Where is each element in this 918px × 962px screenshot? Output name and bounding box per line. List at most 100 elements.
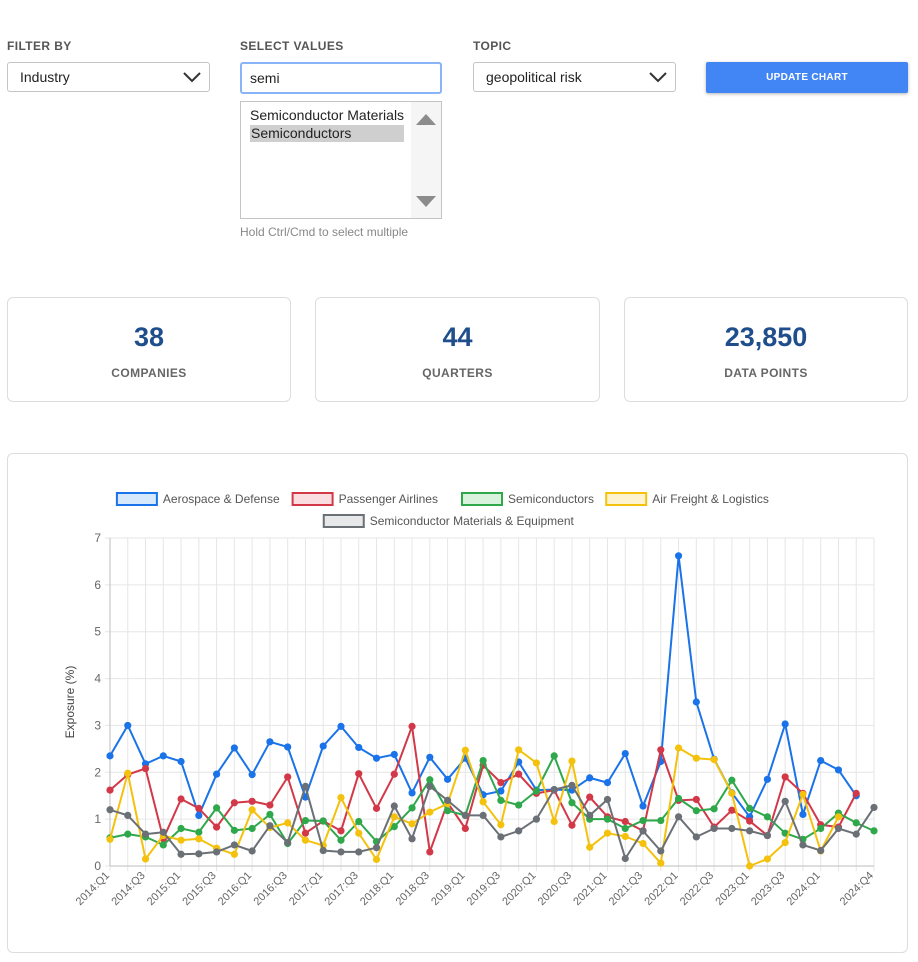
exposure-line-chart: 01234567Exposure (%)2014:Q12014:Q32015:Q… — [63, 492, 878, 908]
listbox-option-semiconductors[interactable]: Semiconductors — [250, 125, 404, 142]
data-point — [621, 824, 629, 833]
listbox-scrollbar[interactable] — [411, 102, 441, 218]
stat-card-companies: 38 COMPANIES — [7, 297, 291, 402]
legend-label: Semiconductor Materials & Equipment — [370, 514, 575, 528]
legend-swatch — [605, 492, 648, 506]
data-point — [248, 824, 256, 833]
data-point — [230, 799, 238, 807]
data-point — [852, 789, 860, 797]
data-point — [124, 721, 132, 730]
data-point — [763, 855, 771, 863]
data-point — [515, 746, 523, 754]
data-point — [284, 838, 292, 847]
data-point — [710, 824, 718, 833]
x-tick-label: 2021:Q1 — [571, 870, 609, 908]
x-tick-label: 2017:Q1 — [287, 870, 325, 908]
data-point — [746, 817, 754, 825]
data-point — [443, 807, 452, 815]
data-point — [781, 797, 789, 805]
data-point — [319, 742, 327, 750]
data-point — [443, 796, 452, 804]
data-point — [497, 821, 505, 829]
data-point — [657, 847, 665, 855]
data-point — [692, 833, 700, 841]
data-point — [177, 795, 185, 803]
data-point — [301, 782, 310, 790]
data-point — [124, 830, 132, 838]
data-point — [248, 771, 256, 779]
data-point — [586, 793, 594, 801]
data-point — [284, 743, 292, 751]
chevron-down-icon — [183, 72, 201, 83]
data-point — [621, 749, 629, 758]
scroll-down-icon[interactable] — [411, 192, 441, 212]
data-point — [426, 848, 434, 856]
values-search-input[interactable] — [240, 62, 442, 94]
data-point — [390, 802, 398, 810]
data-point — [710, 756, 718, 764]
data-point — [603, 829, 612, 837]
data-point — [230, 826, 238, 834]
data-point — [728, 776, 736, 784]
data-point — [426, 776, 434, 784]
data-point — [515, 770, 523, 778]
data-point — [657, 746, 665, 754]
y-tick-label: 4 — [94, 672, 101, 686]
data-point — [461, 746, 469, 754]
data-point — [372, 754, 381, 762]
data-point — [674, 552, 683, 560]
data-point — [817, 824, 825, 833]
data-point — [372, 804, 381, 812]
chevron-down-icon — [649, 72, 667, 83]
data-point — [657, 859, 665, 867]
data-point — [621, 832, 629, 841]
y-tick-label: 3 — [94, 718, 101, 732]
data-point — [515, 827, 523, 835]
update-chart-button[interactable]: UPDATE CHART — [706, 62, 908, 93]
data-point — [568, 757, 576, 765]
select-values-label: SELECT VALUES — [240, 39, 344, 53]
data-point — [159, 841, 167, 849]
data-point — [372, 855, 381, 864]
x-tick-label: 2022:Q1 — [642, 870, 680, 908]
y-tick-label: 1 — [94, 812, 101, 826]
data-point — [657, 816, 665, 825]
legend-item: Semiconductors — [461, 492, 594, 506]
data-point — [408, 820, 416, 828]
data-point — [728, 789, 736, 797]
x-tick-label: 2014:Q1 — [74, 870, 112, 908]
data-point — [159, 752, 167, 760]
topic-select[interactable]: geopolitical risk — [473, 62, 676, 92]
y-tick-label: 6 — [94, 578, 101, 592]
data-point — [408, 722, 416, 730]
data-point — [763, 775, 771, 783]
y-tick-label: 2 — [94, 765, 101, 779]
filter-by-select[interactable]: Industry — [7, 62, 210, 92]
values-listbox[interactable]: Semiconductor Materials Semiconductors — [240, 101, 442, 219]
scroll-up-icon[interactable] — [411, 110, 441, 130]
data-point — [266, 801, 274, 809]
listbox-option-semiconductor-materials[interactable]: Semiconductor Materials — [250, 107, 404, 124]
data-point — [230, 850, 238, 858]
data-point — [550, 752, 558, 760]
data-point — [781, 720, 789, 728]
data-point — [728, 824, 736, 833]
data-point — [213, 823, 221, 831]
data-point — [141, 855, 150, 863]
x-tick-label: 2019:Q1 — [429, 870, 467, 908]
data-point — [799, 810, 807, 819]
data-point — [497, 796, 505, 804]
data-point — [817, 846, 825, 855]
x-tick-label: 2015:Q3 — [180, 870, 218, 908]
data-point — [390, 770, 398, 778]
data-point — [355, 829, 363, 837]
stat-label: COMPANIES — [111, 366, 187, 380]
data-point — [746, 804, 754, 812]
data-point — [674, 744, 683, 752]
data-point — [248, 847, 256, 855]
x-tick-label: 2017:Q3 — [323, 870, 361, 908]
data-point — [355, 848, 363, 856]
data-point — [834, 766, 843, 774]
y-tick-label: 7 — [94, 531, 101, 545]
data-point — [621, 854, 629, 863]
